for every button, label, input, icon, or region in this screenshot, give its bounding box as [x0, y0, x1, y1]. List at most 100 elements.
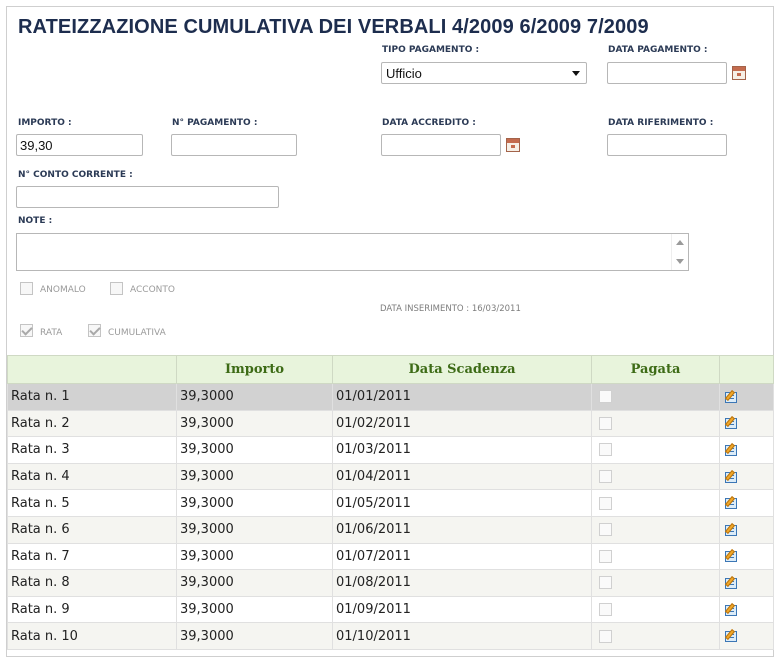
table-row[interactable]: Rata n. 6 39,3000 01/06/2011: [7, 515, 774, 544]
actions-cell: [719, 462, 774, 491]
rata-cell: Rata n. 9: [7, 595, 177, 624]
edit-icon[interactable]: [724, 442, 741, 457]
actions-cell: [719, 595, 774, 624]
table-row[interactable]: Rata n. 5 39,3000 01/05/2011: [7, 489, 774, 517]
header-pagata: Pagata: [591, 355, 720, 384]
header-rata: [7, 355, 177, 384]
table-header-row: Importo Data Scadenza Pagata: [7, 355, 774, 384]
importo-cell: 39,3000: [176, 595, 333, 624]
rata-cell: Rata n. 7: [7, 542, 177, 571]
scadenza-cell: 01/05/2011: [332, 489, 592, 517]
rata-label: RATA: [40, 328, 63, 338]
header-data-scadenza: Data Scadenza: [332, 355, 592, 384]
note-textarea[interactable]: [16, 233, 689, 271]
edit-icon[interactable]: [724, 522, 741, 537]
note-scrollbar[interactable]: [671, 234, 688, 270]
pagata-cell: [591, 462, 720, 491]
pagata-cell: [591, 436, 720, 464]
edit-icon[interactable]: [724, 389, 741, 404]
tipo-pagamento-select[interactable]: Ufficio: [381, 62, 587, 84]
table-row[interactable]: Rata n. 1 39,3000 01/01/2011: [7, 383, 774, 411]
pagata-cell: [591, 383, 720, 411]
actions-cell: [719, 383, 774, 411]
table-row[interactable]: Rata n. 10 39,3000 01/10/2011: [7, 622, 774, 650]
pagata-cell: [591, 569, 720, 597]
importo-label: IMPORTO :: [18, 118, 72, 128]
data-accredito-label: DATA ACCREDITO :: [382, 118, 476, 128]
tipo-pagamento-label: TIPO PAGAMENTO :: [382, 45, 480, 55]
pagata-checkbox[interactable]: [599, 523, 612, 537]
scadenza-cell: 01/01/2011: [332, 383, 592, 411]
anomalo-checkbox[interactable]: [20, 282, 33, 295]
edit-icon[interactable]: [724, 469, 741, 484]
pagata-checkbox[interactable]: [599, 416, 612, 430]
pagata-checkbox[interactable]: [599, 470, 612, 484]
rata-checkbox[interactable]: [20, 324, 33, 337]
rate-table: Importo Data Scadenza Pagata Rata n. 1 39…: [7, 355, 774, 650]
importo-cell: 39,3000: [176, 462, 333, 491]
data-riferimento-field[interactable]: [607, 134, 727, 156]
table-row[interactable]: Rata n. 3 39,3000 01/03/2011: [7, 436, 774, 464]
actions-cell: [719, 436, 774, 464]
importo-cell: 39,3000: [176, 436, 333, 464]
conto-corrente-field[interactable]: [16, 186, 279, 208]
importo-cell: 39,3000: [176, 542, 333, 571]
actions-cell: [719, 542, 774, 571]
table-row[interactable]: Rata n. 9 39,3000 01/09/2011: [7, 595, 774, 624]
pagata-checkbox[interactable]: [599, 496, 612, 510]
pagata-cell: [591, 409, 720, 438]
table-row[interactable]: Rata n. 4 39,3000 01/04/2011: [7, 462, 774, 491]
pagata-checkbox[interactable]: [599, 603, 612, 617]
table-row[interactable]: Rata n. 7 39,3000 01/07/2011: [7, 542, 774, 571]
note-label: NOTE :: [18, 216, 53, 226]
n-pagamento-label: N° PAGAMENTO :: [172, 118, 258, 128]
edit-icon[interactable]: [724, 496, 741, 510]
pagata-cell: [591, 622, 720, 650]
calendar-icon[interactable]: [732, 66, 746, 80]
data-pagamento-label: DATA PAGAMENTO :: [608, 45, 708, 55]
pagata-checkbox[interactable]: [599, 549, 612, 563]
chevron-down-icon: [572, 70, 580, 76]
actions-cell: [719, 569, 774, 597]
pagata-checkbox[interactable]: [599, 443, 612, 457]
table-row[interactable]: Rata n. 2 39,3000 01/02/2011: [7, 409, 774, 438]
importo-cell: 39,3000: [176, 622, 333, 650]
rata-cell: Rata n. 3: [7, 436, 177, 464]
table-row[interactable]: Rata n. 8 39,3000 01/08/2011: [7, 569, 774, 597]
header-actions: [719, 355, 774, 384]
header-importo: Importo: [176, 355, 333, 384]
rata-cell: Rata n. 6: [7, 515, 177, 544]
edit-icon[interactable]: [724, 549, 741, 563]
pagata-cell: [591, 489, 720, 517]
scadenza-cell: 01/03/2011: [332, 436, 592, 464]
acconto-checkbox[interactable]: [110, 282, 123, 295]
n-pagamento-field[interactable]: [171, 134, 297, 156]
data-pagamento-field[interactable]: [607, 62, 727, 84]
acconto-label: ACCONTO: [130, 285, 175, 295]
calendar-icon[interactable]: [506, 138, 520, 152]
scroll-up-icon[interactable]: [676, 240, 684, 245]
cumulativa-checkbox[interactable]: [88, 324, 101, 337]
importo-cell: 39,3000: [176, 383, 333, 411]
scadenza-cell: 01/06/2011: [332, 515, 592, 544]
pagata-cell: [591, 595, 720, 624]
importo-cell: 39,3000: [176, 569, 333, 597]
edit-icon[interactable]: [724, 416, 741, 430]
pagata-cell: [591, 515, 720, 544]
data-riferimento-label: DATA RIFERIMENTO :: [608, 118, 714, 128]
rata-cell: Rata n. 4: [7, 462, 177, 491]
importo-cell: 39,3000: [176, 515, 333, 544]
scadenza-cell: 01/07/2011: [332, 542, 592, 571]
data-accredito-field[interactable]: [381, 134, 501, 156]
edit-icon[interactable]: [724, 575, 741, 590]
pagata-checkbox[interactable]: [599, 629, 612, 643]
rata-cell: Rata n. 1: [7, 383, 177, 411]
pagata-checkbox[interactable]: [599, 390, 612, 404]
importo-field[interactable]: [16, 134, 143, 156]
page-title: RATEIZZAZIONE CUMULATIVA DEI VERBALI 4/2…: [18, 16, 649, 38]
data-inserimento: DATA INSERIMENTO : 16/03/2011: [380, 304, 521, 314]
scroll-down-icon[interactable]: [676, 259, 684, 264]
edit-icon[interactable]: [724, 629, 741, 643]
pagata-checkbox[interactable]: [599, 576, 612, 590]
edit-icon[interactable]: [724, 602, 741, 617]
